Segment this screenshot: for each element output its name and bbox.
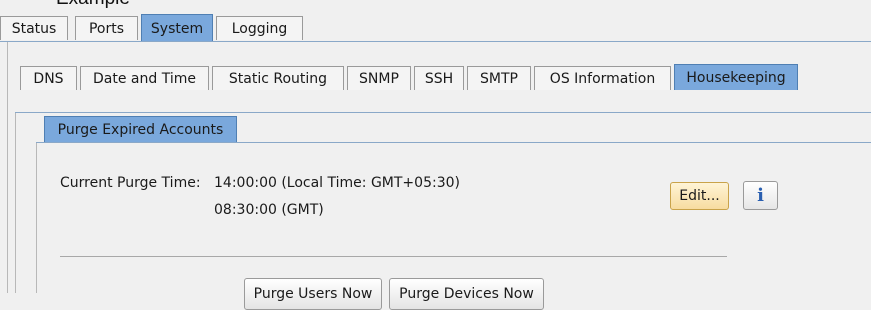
tab-logging[interactable]: Logging	[216, 16, 303, 40]
page-caption: Example	[56, 0, 130, 10]
purge-devices-now-button[interactable]: Purge Devices Now	[389, 278, 544, 310]
info-button[interactable]: i	[743, 181, 778, 210]
purge-users-now-button[interactable]: Purge Users Now	[244, 278, 382, 310]
sub-tab-bar: DNS Date and Time Static Routing SNMP SS…	[20, 64, 871, 90]
tab-os-information[interactable]: OS Information	[534, 66, 671, 90]
tab-status[interactable]: Status	[0, 16, 68, 40]
tab-housekeeping[interactable]: Housekeeping	[674, 64, 798, 90]
housekeeping-content: Purge Expired Accounts Current Purge Tim…	[15, 113, 871, 310]
tab-system[interactable]: System	[141, 14, 213, 42]
tab-static-routing[interactable]: Static Routing	[212, 66, 344, 90]
purge-time-gmt-value: 08:30:00 (GMT)	[214, 202, 324, 218]
purge-time-local-value: 14:00:00 (Local Time: GMT+05:30)	[214, 175, 460, 191]
tab-ssh[interactable]: SSH	[414, 66, 464, 90]
info-icon: i	[757, 185, 764, 206]
purge-section-body: Current Purge Time: 14:00:00 (Local Time…	[36, 143, 871, 310]
section-divider	[60, 256, 727, 257]
system-panel: DNS Date and Time Static Routing SNMP SS…	[7, 42, 871, 310]
tab-dns[interactable]: DNS	[20, 66, 77, 90]
section-tab-purge-expired-accounts[interactable]: Purge Expired Accounts	[44, 116, 237, 142]
tab-smtp[interactable]: SMTP	[467, 66, 531, 90]
tab-ports[interactable]: Ports	[75, 16, 138, 40]
tab-snmp[interactable]: SNMP	[347, 66, 411, 90]
edit-button[interactable]: Edit...	[670, 182, 729, 210]
tab-date-and-time[interactable]: Date and Time	[80, 66, 209, 90]
current-purge-time-label: Current Purge Time:	[60, 175, 201, 191]
top-tab-bar: Status Ports System Logging	[0, 14, 871, 42]
